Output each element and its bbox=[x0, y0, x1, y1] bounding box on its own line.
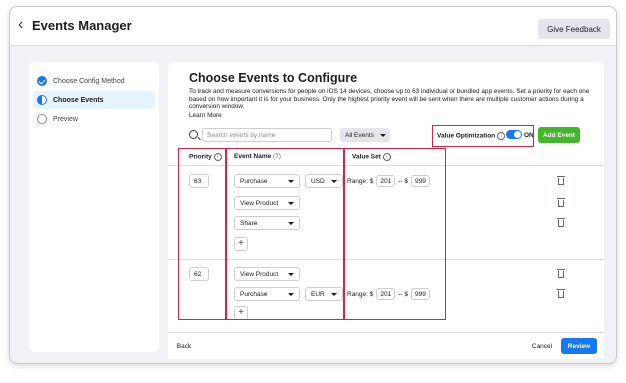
main-panel: Choose Events to Configure To track and … bbox=[168, 62, 604, 332]
footer-bar: Back Cancel Review bbox=[168, 332, 604, 359]
all-events-dropdown[interactable]: All Events bbox=[340, 128, 390, 142]
search-icon bbox=[189, 130, 198, 139]
page-description: To track and measure conversions for peo… bbox=[189, 88, 590, 111]
value-optimization-highlight bbox=[432, 125, 534, 147]
trash-icon[interactable] bbox=[557, 198, 565, 207]
step-label: Choose Config Method bbox=[53, 77, 125, 85]
events-manager-window: ‹ Events Manager Give Feedback Choose Co… bbox=[9, 6, 617, 364]
cancel-button[interactable]: Cancel bbox=[528, 338, 556, 354]
back-button[interactable]: Back bbox=[172, 338, 196, 354]
empty-circle-icon bbox=[37, 114, 47, 124]
review-button[interactable]: Review bbox=[561, 338, 597, 354]
add-event-button[interactable]: Add Event bbox=[538, 127, 580, 143]
value-set-column-highlight bbox=[344, 148, 446, 320]
trash-icon[interactable] bbox=[557, 269, 565, 278]
step-choose-events[interactable]: Choose Events bbox=[33, 91, 155, 109]
trash-icon[interactable] bbox=[557, 218, 565, 227]
caret-down-icon bbox=[379, 133, 386, 137]
app-title: Events Manager bbox=[32, 18, 132, 33]
chevron-left-icon[interactable]: ‹ bbox=[18, 16, 23, 34]
trash-icon[interactable] bbox=[557, 289, 565, 298]
half-circle-icon bbox=[37, 95, 47, 105]
top-bar: ‹ Events Manager bbox=[10, 7, 616, 46]
step-preview[interactable]: Preview bbox=[33, 110, 155, 128]
filter-label: All Events bbox=[345, 131, 374, 139]
priority-column-highlight bbox=[178, 148, 226, 320]
event-name-column-highlight bbox=[226, 148, 344, 320]
page-title: Choose Events to Configure bbox=[189, 71, 358, 85]
step-label: Preview bbox=[53, 115, 78, 123]
steps-sidebar: Choose Config Method Choose Events Previ… bbox=[29, 62, 159, 352]
give-feedback-button[interactable]: Give Feedback bbox=[538, 19, 610, 39]
learn-more-link[interactable]: Learn More bbox=[189, 112, 222, 119]
step-choose-config-method[interactable]: Choose Config Method bbox=[33, 72, 155, 90]
check-circle-icon bbox=[37, 76, 47, 86]
step-label: Choose Events bbox=[53, 96, 104, 104]
trash-icon[interactable] bbox=[557, 176, 565, 185]
search-input[interactable]: Search events by name bbox=[202, 128, 332, 142]
